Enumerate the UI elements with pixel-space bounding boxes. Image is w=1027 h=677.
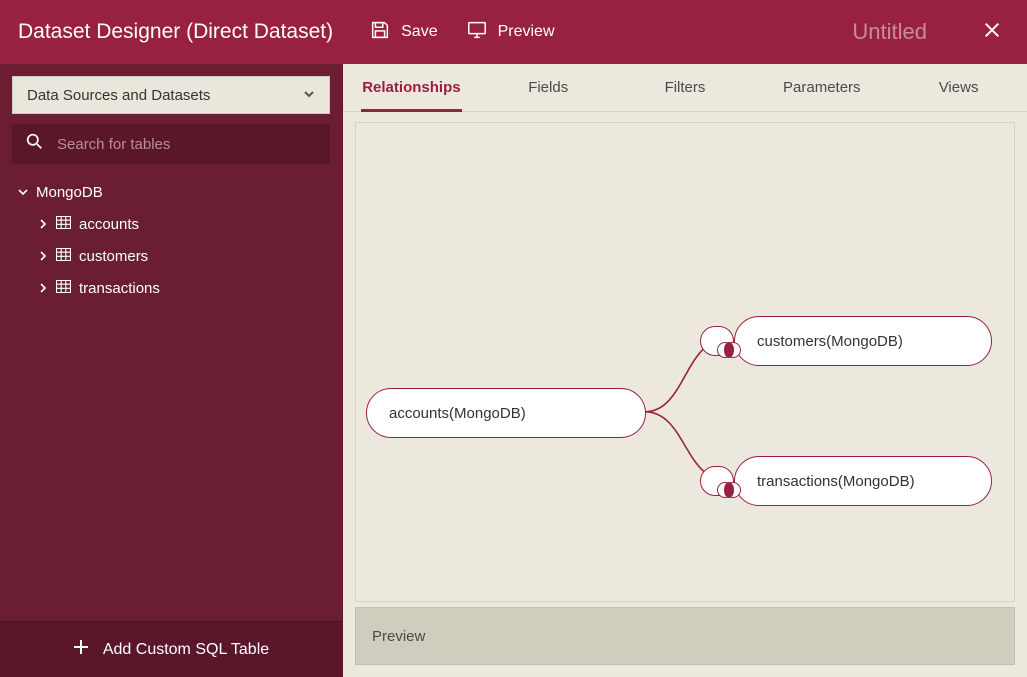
search-input-wrapper[interactable] <box>12 124 330 164</box>
save-button[interactable]: Save <box>369 19 437 46</box>
table-icon <box>56 280 71 297</box>
node-accounts[interactable]: accounts(MongoDB) <box>366 388 646 438</box>
add-custom-sql-label: Add Custom SQL Table <box>103 641 269 659</box>
datasource-tree: MongoDB accounts customers <box>0 174 342 621</box>
tree-source-mongodb[interactable]: MongoDB <box>18 176 342 208</box>
tab-label: Fields <box>528 79 568 96</box>
document-title: Untitled <box>852 19 927 45</box>
datasource-dropdown[interactable]: Data Sources and Datasets <box>12 76 330 114</box>
table-icon <box>56 216 71 233</box>
tab-label: Filters <box>665 79 706 96</box>
node-label: transactions(MongoDB) <box>757 473 915 490</box>
node-label: customers(MongoDB) <box>757 333 903 350</box>
preview-button[interactable]: Preview <box>466 19 555 46</box>
save-label: Save <box>401 23 437 41</box>
relationship-canvas[interactable]: accounts(MongoDB) customers(MongoDB) tra… <box>355 122 1015 602</box>
close-button[interactable] <box>975 15 1009 49</box>
tab-bar: Relationships Fields Filters Parameters … <box>343 64 1027 112</box>
save-icon <box>369 19 391 46</box>
node-transactions[interactable]: transactions(MongoDB) <box>734 456 992 506</box>
datasource-dropdown-label: Data Sources and Datasets <box>27 87 210 104</box>
tab-filters[interactable]: Filters <box>617 64 754 111</box>
tree-table-transactions[interactable]: transactions <box>38 272 342 304</box>
main-panel: Relationships Fields Filters Parameters … <box>343 64 1027 677</box>
add-custom-sql-button[interactable]: Add Custom SQL Table <box>0 621 342 677</box>
chevron-right-icon <box>38 216 48 233</box>
tab-label: Relationships <box>362 79 460 96</box>
node-label: accounts(MongoDB) <box>389 405 526 422</box>
chevron-right-icon <box>38 248 48 265</box>
preview-panel-header[interactable]: Preview <box>355 607 1015 665</box>
tree-source-label: MongoDB <box>36 184 103 201</box>
preview-panel-label: Preview <box>372 628 425 645</box>
tree-table-accounts[interactable]: accounts <box>38 208 342 240</box>
tree-table-label: customers <box>79 248 148 265</box>
tab-views[interactable]: Views <box>890 64 1027 111</box>
chevron-down-icon <box>18 184 28 201</box>
node-customers[interactable]: customers(MongoDB) <box>734 316 992 366</box>
plus-icon <box>73 639 89 660</box>
app-header: Dataset Designer (Direct Dataset) Save P… <box>0 0 1027 64</box>
close-icon <box>983 21 1001 44</box>
tab-fields[interactable]: Fields <box>480 64 617 111</box>
join-accounts-transactions[interactable] <box>700 466 734 496</box>
tab-relationships[interactable]: Relationships <box>343 64 480 111</box>
tab-label: Parameters <box>783 79 861 96</box>
join-accounts-customers[interactable] <box>700 326 734 356</box>
tree-table-customers[interactable]: customers <box>38 240 342 272</box>
monitor-icon <box>466 19 488 46</box>
search-input[interactable] <box>57 136 316 153</box>
chevron-down-icon <box>303 87 315 104</box>
table-icon <box>56 248 71 265</box>
tree-table-label: accounts <box>79 216 139 233</box>
tab-label: Views <box>939 79 979 96</box>
search-icon <box>26 133 43 155</box>
sidebar: Data Sources and Datasets MongoDB <box>0 64 343 677</box>
preview-label: Preview <box>498 23 555 41</box>
chevron-right-icon <box>38 280 48 297</box>
tab-parameters[interactable]: Parameters <box>753 64 890 111</box>
app-title: Dataset Designer (Direct Dataset) <box>18 20 333 44</box>
tree-table-label: transactions <box>79 280 160 297</box>
